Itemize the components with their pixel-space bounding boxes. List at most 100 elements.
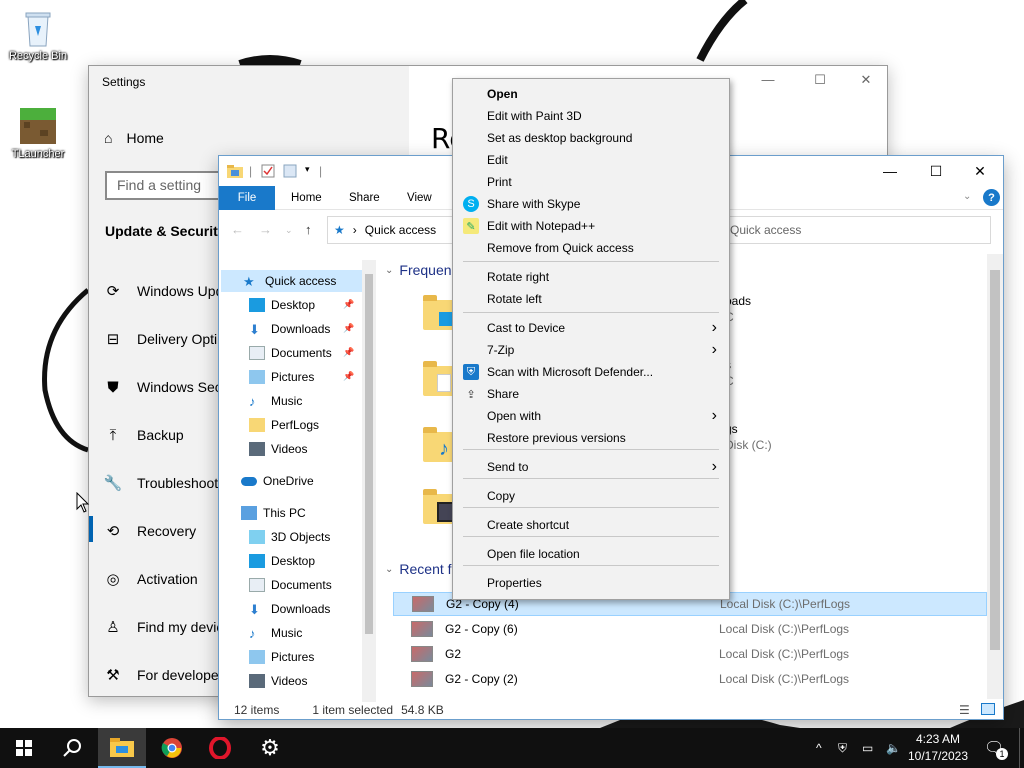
tab-view[interactable]: View	[395, 186, 444, 210]
star-icon: ★	[243, 274, 255, 289]
settings-nav-item[interactable]: 🔧 Troubleshoot	[103, 468, 219, 498]
nav-item[interactable]: ♪ Music	[249, 390, 302, 412]
up-icon[interactable]: ↑	[305, 222, 312, 237]
tab-home[interactable]: Home	[279, 186, 334, 210]
nav-item-label: Music	[271, 626, 303, 640]
context-menu-item[interactable]: Properties	[455, 572, 727, 594]
nav-item[interactable]: PerfLogs	[249, 414, 319, 436]
desktop-icon-tlauncher[interactable]: TLauncher	[6, 106, 70, 160]
settings-nav-item[interactable]: ⟲ Recovery	[103, 516, 196, 546]
music-icon: ♪	[249, 626, 256, 641]
recent-file-row[interactable]: G2 - Copy (6) Local Disk (C:)\PerfLogs	[393, 617, 987, 641]
back-icon[interactable]: ←	[231, 222, 244, 237]
show-desktop-button[interactable]	[1019, 728, 1024, 768]
nav-item[interactable]: This PC	[241, 502, 306, 524]
context-menu-item[interactable]: S Share with Skype	[455, 193, 727, 215]
tab-file[interactable]: File	[219, 186, 275, 210]
context-menu-item[interactable]: Edit	[455, 149, 727, 171]
scrollbar-thumb[interactable]	[990, 270, 1000, 650]
properties-icon[interactable]	[261, 164, 275, 181]
nav-item[interactable]: ★ Quick access	[221, 270, 363, 292]
taskbar-chrome[interactable]	[148, 728, 196, 768]
context-menu-item[interactable]: Restore previous versions	[455, 427, 727, 449]
content-scrollbar[interactable]	[987, 254, 1003, 699]
new-folder-icon[interactable]	[283, 164, 297, 181]
search-input[interactable]: Quick access	[719, 216, 991, 244]
nav-item[interactable]: Pictures	[249, 366, 314, 388]
nav-item[interactable]: OneDrive	[241, 470, 314, 492]
nav-item[interactable]: ⬇ Downloads	[249, 318, 330, 340]
security-icon[interactable]: ⛨	[838, 728, 847, 768]
context-menu-item[interactable]: Remove from Quick access	[455, 237, 727, 259]
taskbar-file-explorer[interactable]	[98, 728, 146, 768]
forward-icon[interactable]: →	[259, 222, 272, 237]
close-button[interactable]: ✕	[843, 72, 889, 94]
notification-badge: 1	[996, 748, 1008, 760]
settings-nav-item[interactable]: ⚒ For developer	[103, 660, 223, 690]
dropdown-icon[interactable]: ▾	[305, 164, 310, 175]
context-menu-item[interactable]: Rotate left	[455, 288, 727, 310]
context-menu-label: Rotate left	[487, 292, 542, 306]
nav-item[interactable]: ⬇ Downloads	[249, 598, 330, 620]
nav-item[interactable]: Documents	[249, 342, 332, 364]
context-menu-label: Rotate right	[487, 270, 550, 284]
recent-files-heading[interactable]: ⌄ Recent f	[385, 561, 452, 577]
network-icon[interactable]: ▭	[862, 728, 873, 768]
start-button[interactable]	[0, 728, 48, 768]
search-button[interactable]	[48, 728, 96, 768]
settings-nav-item[interactable]: ◎ Activation	[103, 564, 197, 594]
help-icon[interactable]: ?	[983, 189, 1000, 206]
desktop-icon-recycle-bin[interactable]: Recycle Bin	[6, 8, 70, 62]
context-menu-item[interactable]: ✎ Edit with Notepad++	[455, 215, 727, 237]
close-button[interactable]: ✕	[957, 156, 1003, 186]
chevron-down-icon[interactable]: ⌄	[963, 191, 971, 202]
minimize-button[interactable]: —	[745, 72, 791, 94]
nav-item[interactable]: Videos	[249, 670, 307, 692]
recent-file-row[interactable]: G2 - Copy (2) Local Disk (C:)\PerfLogs	[393, 667, 987, 691]
recent-locations-icon[interactable]: ⌄	[285, 225, 293, 236]
settings-nav-item[interactable]: ⛊ Windows Sec	[103, 372, 221, 402]
clock[interactable]: 4:23 AM 10/17/2023	[904, 731, 972, 765]
nav-scrollbar[interactable]	[362, 260, 376, 702]
context-menu-item[interactable]: 7-Zip ›	[455, 339, 727, 361]
context-menu-item[interactable]: Open	[455, 83, 727, 105]
taskbar-opera[interactable]	[196, 728, 244, 768]
settings-nav-item[interactable]: ⟳ Windows Upd	[103, 276, 224, 306]
context-menu-item[interactable]: Set as desktop background	[455, 127, 727, 149]
nav-item[interactable]: Videos	[249, 438, 307, 460]
maximize-button[interactable]: ☐	[913, 156, 959, 186]
taskbar-settings[interactable]: ⚙	[246, 728, 294, 768]
nav-item[interactable]: ♪ Music	[249, 622, 302, 644]
volume-muted-icon[interactable]: 🔈	[886, 728, 901, 768]
large-icons-view-icon[interactable]	[981, 703, 995, 715]
context-menu-item[interactable]: Print	[455, 171, 727, 193]
frequent-folders-heading[interactable]: ⌄ Frequen	[385, 262, 452, 278]
context-menu-item[interactable]: Open file location	[455, 543, 727, 565]
nav-item[interactable]: Desktop	[249, 550, 315, 572]
details-view-icon[interactable]: ☰	[959, 703, 970, 717]
nav-item[interactable]: Documents	[249, 574, 332, 596]
tab-share[interactable]: Share	[337, 186, 392, 210]
settings-nav-item[interactable]: ♙ Find my devic	[103, 612, 223, 642]
scrollbar-thumb[interactable]	[365, 274, 373, 634]
context-menu-item[interactable]: Send to ›	[455, 456, 727, 478]
context-menu-item[interactable]: Open with ›	[455, 405, 727, 427]
show-hidden-icons-button[interactable]: ^	[816, 728, 822, 768]
context-menu-item[interactable]: ⇪ Share	[455, 383, 727, 405]
nav-item[interactable]: Desktop	[249, 294, 315, 316]
settings-nav-item[interactable]: ⊟ Delivery Optim	[103, 324, 229, 354]
context-menu-item[interactable]: Rotate right	[455, 266, 727, 288]
context-menu-item[interactable]: Create shortcut	[455, 514, 727, 536]
context-menu-item[interactable]: ⛨ Scan with Microsoft Defender...	[455, 361, 727, 383]
context-menu-item[interactable]: Edit with Paint 3D	[455, 105, 727, 127]
settings-nav-label: Backup	[137, 427, 184, 443]
recent-file-row[interactable]: G2 Local Disk (C:)\PerfLogs	[393, 642, 987, 666]
minimize-button[interactable]: —	[867, 156, 913, 186]
settings-nav-item[interactable]: ⤒ Backup	[103, 420, 184, 450]
nav-item[interactable]: 3D Objects	[249, 526, 330, 548]
settings-home-link[interactable]: ⌂ Home	[104, 130, 164, 146]
maximize-button[interactable]: ☐	[797, 72, 843, 94]
nav-item[interactable]: Pictures	[249, 646, 314, 668]
context-menu-item[interactable]: Copy	[455, 485, 727, 507]
context-menu-item[interactable]: Cast to Device ›	[455, 317, 727, 339]
